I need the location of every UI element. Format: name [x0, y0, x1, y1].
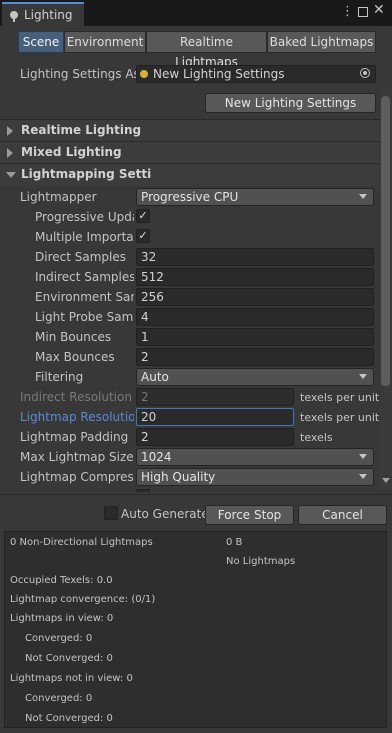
lightmap-resolution-field[interactable]: 20	[136, 408, 294, 426]
lightmap-resolution-unit: texels per unit	[300, 411, 380, 424]
chevron-down-icon	[359, 374, 367, 379]
lighting-window-tab[interactable]: Lighting	[2, 2, 84, 26]
tab-baked-lightmaps[interactable]: Baked Lightmaps	[267, 31, 376, 53]
foldout-label: Mixed Lighting	[21, 145, 122, 159]
lighting-settings-asset-field[interactable]: New Lighting Settings	[136, 65, 376, 83]
tab-scene[interactable]: Scene	[18, 31, 64, 53]
foldout-realtime-lighting[interactable]: Realtime Lighting	[0, 119, 380, 142]
max-bounces-label: Max Bounces	[35, 350, 115, 364]
lightmaps-size: 0 B	[226, 537, 243, 548]
lightmapper-label: Lightmapper	[20, 190, 97, 204]
object-picker-dot	[363, 71, 367, 75]
lightmap-padding-field[interactable]: 2	[136, 428, 294, 446]
new-lighting-settings-button[interactable]: New Lighting Settings	[205, 93, 376, 113]
occupied-texels: Occupied Texels: 0.0	[10, 575, 113, 586]
lightmap-padding-label: Lightmap Padding	[20, 430, 129, 444]
chevron-down-icon	[359, 454, 367, 459]
foldout-lightmapping-settings[interactable]: Lightmapping Settings	[0, 163, 380, 186]
foldout-collapsed-arrow-icon	[7, 126, 13, 136]
chevron-down-icon	[359, 194, 367, 199]
lightmap-padding-unit: texels	[300, 431, 333, 444]
min-bounces-label: Min Bounces	[35, 330, 112, 344]
max-lightmap-size-value: 1024	[141, 450, 172, 464]
not-in-view-converged: Converged: 0	[25, 693, 93, 704]
tab-realtime-lightmaps[interactable]: Realtime Lightmaps	[146, 31, 267, 69]
force-stop-button[interactable]: Force Stop	[205, 505, 294, 525]
lightmap-compression-label: Lightmap Compression	[20, 470, 134, 484]
filtering-value: Auto	[141, 370, 169, 384]
foldout-collapsed-arrow-icon	[7, 148, 13, 158]
multiple-importance-checkbox[interactable]: ✓	[136, 229, 150, 243]
close-icon[interactable]: ✕	[373, 2, 385, 18]
window-title: Lighting	[24, 8, 73, 22]
lightmap-compression-value: High Quality	[141, 470, 216, 484]
lighting-settings-value: New Lighting Settings	[153, 67, 285, 81]
light-probe-multiplier-field[interactable]: 4	[136, 308, 374, 326]
tab-environment[interactable]: Environment	[64, 31, 146, 53]
max-lightmap-size-label: Max Lightmap Size	[20, 450, 134, 464]
light-bulb-icon	[10, 11, 18, 22]
environment-samples-field[interactable]: 256	[136, 288, 374, 306]
filtering-label: Filtering	[35, 370, 84, 384]
in-view-not-converged: Not Converged: 0	[25, 653, 113, 664]
foldout-expanded-arrow-icon	[6, 172, 16, 178]
clipped-checkbox	[136, 489, 150, 492]
indirect-resolution-label: Indirect Resolution	[20, 390, 132, 404]
lightmaps-in-view: Lightmaps in view: 0	[10, 613, 114, 624]
window-menu-icon[interactable]: ⋮	[341, 4, 354, 20]
progressive-updates-label: Progressive Updates	[35, 210, 134, 224]
indirect-samples-label: Indirect Samples	[35, 270, 134, 284]
chevron-down-icon	[359, 474, 367, 479]
lightmapper-value: Progressive CPU	[141, 190, 239, 204]
foldout-label: Lightmapping Settings	[21, 167, 151, 181]
filtering-dropdown[interactable]: Auto	[136, 368, 374, 386]
direct-samples-field[interactable]: 32	[136, 248, 374, 266]
progressive-updates-checkbox[interactable]: ✓	[136, 209, 150, 223]
light-probe-multiplier-label: Light Probe Sample Count Multiplier	[35, 310, 134, 324]
lightmap-convergence: Lightmap convergence: (0/1)	[10, 594, 156, 605]
scrollbar-thumb[interactable]	[381, 96, 390, 386]
auto-generate-label: Auto Generate	[121, 507, 209, 521]
max-lightmap-size-dropdown[interactable]: 1024	[136, 448, 374, 466]
multiple-importance-label: Multiple Importance Sampling	[35, 230, 134, 244]
lightmaps-count: 0 Non-Directional Lightmaps	[10, 537, 153, 548]
environment-samples-label: Environment Samples	[35, 290, 134, 304]
maximize-icon[interactable]	[358, 7, 368, 17]
max-bounces-field[interactable]: 2	[136, 348, 374, 366]
in-view-converged: Converged: 0	[25, 633, 93, 644]
asset-icon	[140, 70, 148, 78]
lightmapper-dropdown[interactable]: Progressive CPU	[136, 188, 374, 206]
scroll-down-arrow-icon[interactable]	[382, 478, 390, 483]
cancel-button[interactable]: Cancel	[298, 505, 387, 525]
direct-samples-label: Direct Samples	[35, 250, 126, 264]
lightmap-stats-panel: 0 Non-Directional Lightmaps 0 B No Light…	[4, 531, 387, 728]
foldout-label: Realtime Lighting	[21, 123, 142, 137]
indirect-samples-field[interactable]: 512	[136, 268, 374, 286]
indirect-resolution-field: 2	[136, 388, 294, 406]
not-in-view-not-converged: Not Converged: 0	[25, 713, 113, 724]
lightmap-resolution-label: Lightmap Resolution	[20, 410, 134, 424]
auto-generate-checkbox[interactable]	[104, 506, 118, 520]
lighting-settings-asset-label: Lighting Settings Asset	[20, 67, 136, 81]
indirect-resolution-unit: texels per unit	[300, 391, 380, 404]
lightmaps-not-in-view: Lightmaps not in view: 0	[10, 673, 133, 684]
no-lightmaps-text: No Lightmaps	[226, 556, 296, 567]
lightmap-compression-dropdown[interactable]: High Quality	[136, 468, 374, 486]
foldout-mixed-lighting[interactable]: Mixed Lighting	[0, 141, 380, 164]
min-bounces-field[interactable]: 1	[136, 328, 374, 346]
object-picker-icon[interactable]	[360, 68, 370, 78]
